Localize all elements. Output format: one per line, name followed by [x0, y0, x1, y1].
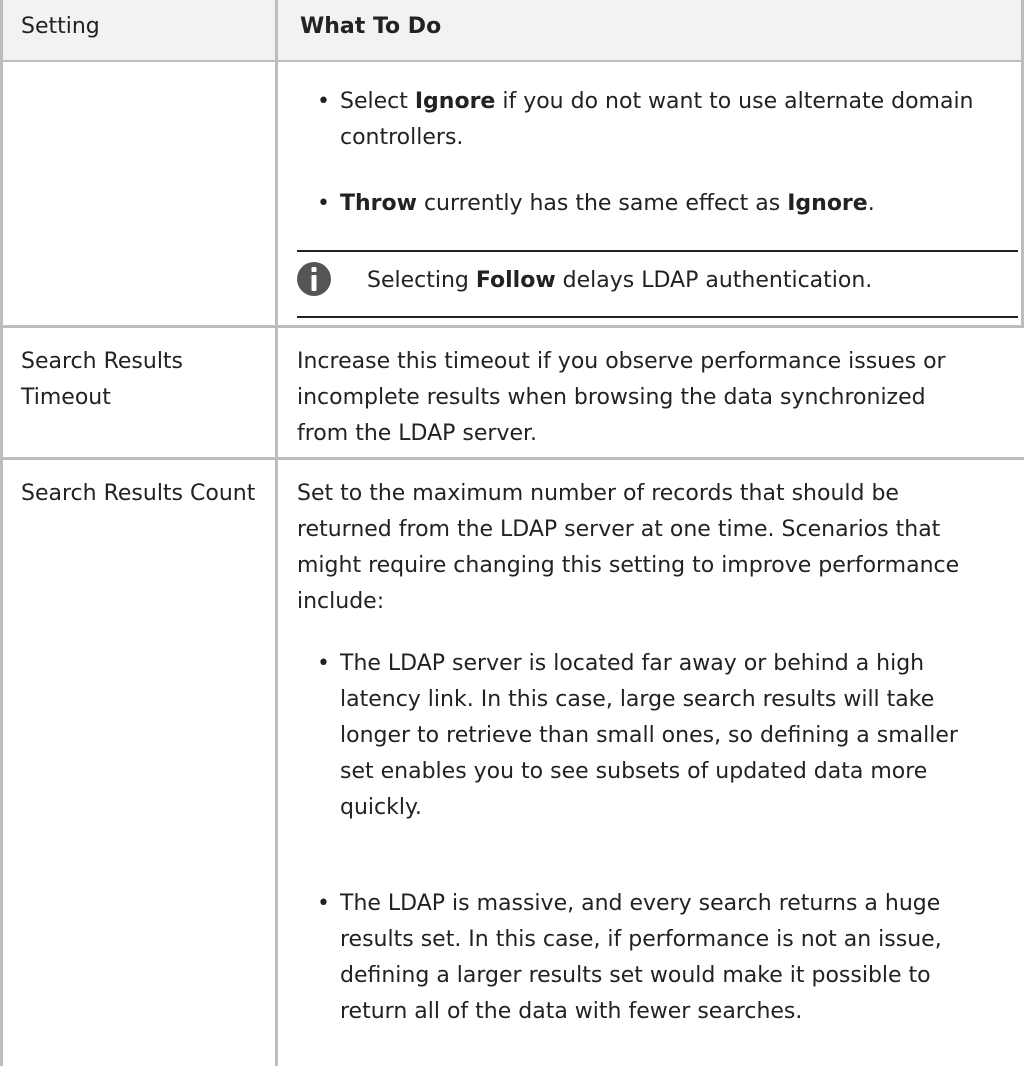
table-left-border [0, 0, 3, 1066]
text-line: return all of the data with fewer search… [340, 999, 803, 1024]
text-line: include: [297, 589, 385, 614]
bold-follow: Follow [475, 268, 556, 293]
text-line: latency link. In this case, large search… [340, 687, 935, 712]
bullet-select-ignore: Select Ignore if you do not want to use … [340, 84, 1020, 156]
bullet-marker: • [317, 89, 330, 114]
bold-ignore: Ignore [787, 191, 868, 216]
bullet-marker: • [317, 191, 330, 216]
text-line: set enables you to see subsets of update… [340, 759, 928, 784]
header-setting: Setting [21, 14, 100, 39]
text-segment: . [867, 191, 875, 216]
text-line: The LDAP is massive, and every search re… [340, 891, 941, 916]
bold-ignore: Ignore [414, 89, 496, 114]
text-line: incomplete results when browsing the dat… [297, 385, 926, 410]
text-segment: controllers. [340, 125, 464, 150]
column-divider [275, 0, 278, 1066]
bullet-marker: • [317, 651, 330, 676]
bullet-massive: The LDAP is massive, and every search re… [340, 886, 1020, 1030]
description-timeout: Increase this timeout if you observe per… [297, 344, 1017, 452]
bullet-far-away: The LDAP server is located far away or b… [340, 646, 1020, 826]
text-line: The LDAP server is located far away or b… [340, 651, 925, 676]
text-line: results set. In this case, if performanc… [340, 927, 942, 952]
note-top-rule [297, 250, 1018, 252]
settings-table: Setting What To Do • Select Ignore if yo… [0, 0, 1024, 1066]
text-line: returned from the LDAP server at one tim… [297, 517, 941, 542]
text-line: from the LDAP server. [297, 421, 538, 446]
text-line: Timeout [21, 385, 111, 410]
setting-search-results-count: Search Results Count [21, 481, 256, 506]
text-line: Increase this timeout if you observe per… [297, 349, 946, 374]
text-line: quickly. [340, 795, 422, 820]
description-count: Set to the maximum number of records tha… [297, 476, 1017, 620]
row-divider-2 [0, 457, 1024, 460]
text-segment: Select [340, 89, 415, 114]
bold-throw: Throw [340, 191, 417, 216]
row-divider-1 [0, 325, 1024, 328]
header-what-to-do: What To Do [300, 14, 442, 39]
text-line: defining a larger results set would make… [340, 963, 931, 988]
text-line: Search Results [21, 349, 184, 374]
note-bottom-rule [297, 316, 1018, 318]
text-line: longer to retrieve than small ones, so d… [340, 723, 958, 748]
text-segment: if you do not want to use alternate doma… [495, 89, 974, 114]
bullet-marker: • [317, 891, 330, 916]
info-icon [297, 262, 331, 296]
table-header: Setting What To Do [0, 0, 1024, 62]
bullet-throw: Throw currently has the same effect as I… [340, 186, 1020, 222]
text-line: might require changing this setting to i… [297, 553, 960, 578]
note-text: Selecting Follow delays LDAP authenticat… [367, 263, 1007, 299]
setting-search-results-timeout: Search Results Timeout [21, 344, 266, 416]
text-segment: delays LDAP authentication. [555, 268, 873, 293]
text-line: Set to the maximum number of records tha… [297, 481, 899, 506]
text-segment: Selecting [367, 268, 476, 293]
text-segment: currently has the same effect as [416, 191, 788, 216]
